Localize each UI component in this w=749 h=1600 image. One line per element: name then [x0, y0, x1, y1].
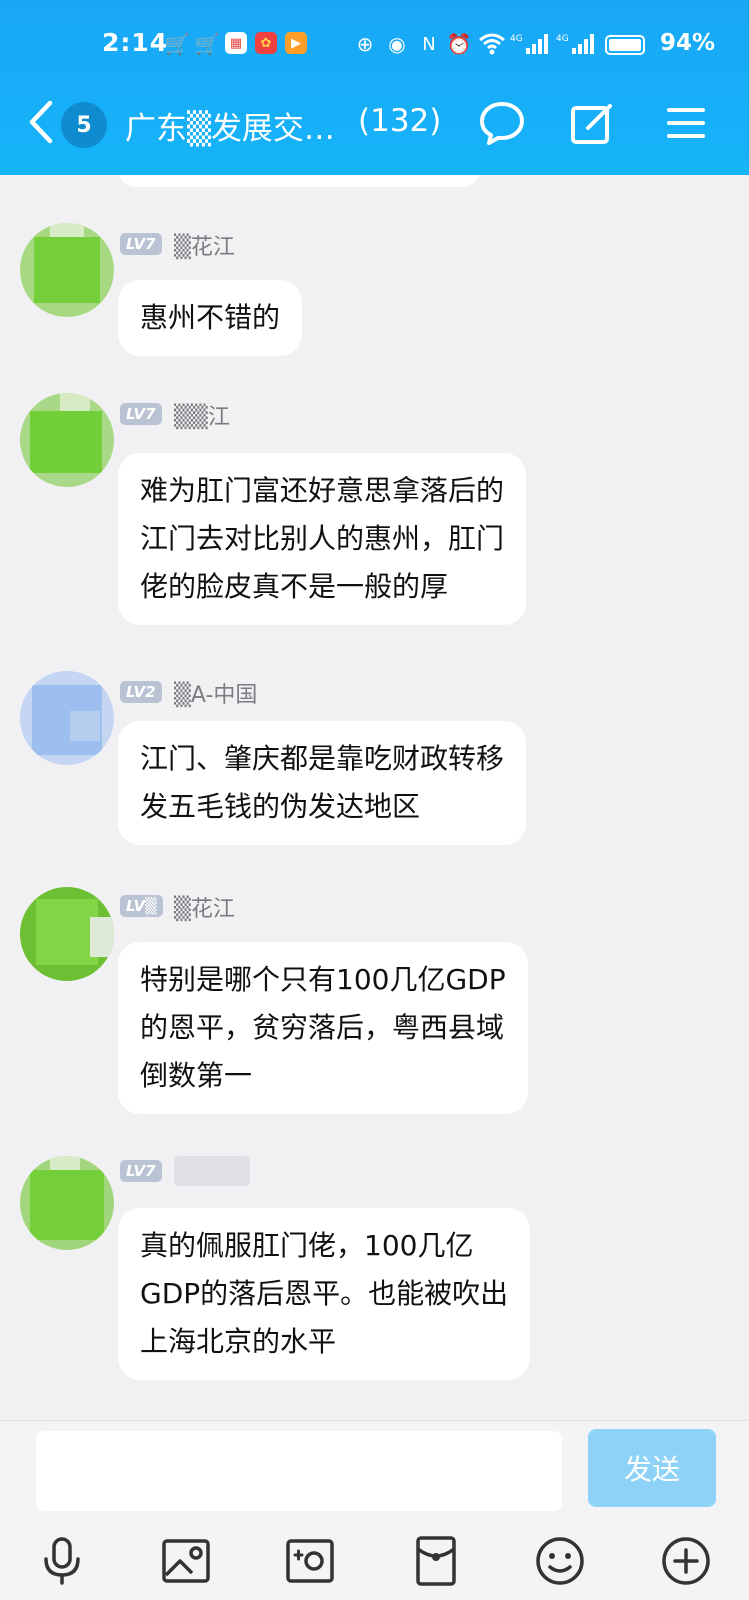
chat-bubble-icon: [480, 102, 524, 145]
red-packet-icon: [416, 1536, 456, 1586]
app-notification-icon: ▦: [225, 32, 247, 54]
eye-icon: ◉: [388, 32, 406, 56]
camera-button[interactable]: [282, 1533, 338, 1589]
level-badge: LV2: [120, 681, 162, 703]
message-line: 惠州不错的: [140, 301, 281, 334]
avatar[interactable]: [20, 887, 114, 981]
level-badge: LV7: [120, 403, 162, 425]
message-bubble[interactable]: 难为肛门富还好意思拿落后的 江门去对比别人的惠州，肛门 佬的脸皮真不是一般的厚: [118, 453, 527, 625]
avatar[interactable]: [20, 223, 114, 317]
avatar[interactable]: [20, 393, 114, 487]
message-line: 江门去对比别人的惠州，肛门: [140, 522, 505, 555]
battery-percent: 94%: [660, 30, 716, 56]
back-button[interactable]: [26, 99, 54, 145]
chat-header: 5 广东▒发展交… (132): [0, 85, 749, 165]
level-badge: LV7: [120, 233, 162, 255]
signal-icon: 4G: [510, 32, 550, 56]
message-bubble[interactable]: 特别是哪个只有100几亿GDP 的恩平，贫穷落后，粤西县域 倒数第一: [118, 942, 528, 1114]
message-line: 上海北京的水平: [140, 1325, 337, 1358]
app-notification-icon: ▶: [285, 32, 307, 54]
level-badge: LV7: [120, 1160, 162, 1182]
input-bar: 发送: [0, 1420, 749, 1600]
message-line: 真的佩服肛门佬，100几亿: [140, 1229, 474, 1262]
message-line: 佬的脸皮真不是一般的厚: [140, 570, 449, 603]
app-notification-icon: ✿: [255, 32, 277, 54]
avatar[interactable]: [20, 671, 114, 765]
message-line: 的恩平，贫穷落后，粤西县域: [140, 1011, 505, 1044]
sender-name: ▒花江: [174, 897, 235, 922]
image-icon: [162, 1539, 210, 1583]
mic-icon: [44, 1537, 80, 1585]
message-line: 难为肛门富还好意思拿落后的: [140, 474, 505, 507]
top-bar: 2:14 🛒 🛒 ▦ ✿ ▶ ⊕ ◉ N ⏰ 4G 4G 94% 5 广东▒发展…: [0, 0, 749, 175]
edit-button[interactable]: [566, 97, 618, 149]
message-bubble[interactable]: 惠州不错的: [118, 280, 303, 356]
message-line: 倒数第一: [140, 1059, 253, 1092]
avatar[interactable]: [20, 1156, 114, 1250]
red-packet-button[interactable]: [408, 1533, 464, 1589]
message-line: 特别是哪个只有100几亿GDP: [140, 963, 506, 996]
message-line: GDP的落后恩平。也能被吹出: [140, 1277, 509, 1310]
plus-icon: [662, 1537, 710, 1585]
message-bubble[interactable]: 真的佩服肛门佬，100几亿 GDP的落后恩平。也能被吹出 上海北京的水平: [118, 1208, 531, 1380]
battery-icon: [605, 35, 645, 55]
status-bar: 2:14 🛒 🛒 ▦ ✿ ▶ ⊕ ◉ N ⏰ 4G 4G 94%: [0, 22, 749, 66]
emoji-button[interactable]: [532, 1533, 588, 1589]
chat-bubble-button[interactable]: [476, 97, 528, 149]
camera-icon: [286, 1539, 334, 1583]
hamburger-menu-icon: [667, 108, 705, 138]
member-count[interactable]: (132): [358, 103, 441, 139]
message-input[interactable]: [36, 1431, 562, 1511]
status-time: 2:14: [102, 28, 169, 57]
voice-button[interactable]: [34, 1533, 90, 1589]
message-list[interactable]: LV7 ▒花江 惠州不错的 LV7 ▒▒江 难为肛门富还好意思拿落后的 江门去对…: [0, 175, 749, 1425]
send-button[interactable]: 发送: [588, 1429, 716, 1507]
wifi-icon: [478, 32, 506, 56]
message-bubble-partial: [118, 175, 480, 187]
alarm-icon: ⏰: [446, 32, 472, 56]
more-button[interactable]: [658, 1533, 714, 1589]
sender-name: ▒花江: [174, 235, 235, 260]
sender-name: ▒A-中国: [174, 683, 258, 708]
data-saver-icon: ⊕: [356, 32, 374, 56]
chevron-left-icon: [29, 100, 53, 144]
unread-count-badge[interactable]: 5: [61, 102, 107, 148]
level-badge: LV▒: [120, 895, 163, 917]
image-button[interactable]: [158, 1533, 214, 1589]
emoji-icon: [536, 1537, 584, 1585]
menu-button[interactable]: [660, 97, 712, 149]
message-line: 江门、肇庆都是靠吃财政转移: [140, 742, 505, 775]
message-line: 发五毛钱的伪发达地区: [140, 790, 421, 823]
shopping-cart-icon: 🛒: [164, 32, 190, 56]
shopping-cart-icon: 🛒: [194, 32, 220, 56]
network-type-label: 4G: [556, 34, 569, 44]
edit-icon: [571, 104, 612, 144]
nfc-icon: N: [422, 33, 436, 55]
network-type-label: 4G: [510, 34, 523, 44]
sender-name: ▒▒江: [174, 405, 230, 430]
group-title[interactable]: 广东▒发展交…: [125, 103, 335, 148]
signal-icon: 4G: [556, 32, 596, 56]
redacted-name: [174, 1156, 250, 1186]
message-bubble[interactable]: 江门、肇庆都是靠吃财政转移 发五毛钱的伪发达地区: [118, 721, 527, 845]
